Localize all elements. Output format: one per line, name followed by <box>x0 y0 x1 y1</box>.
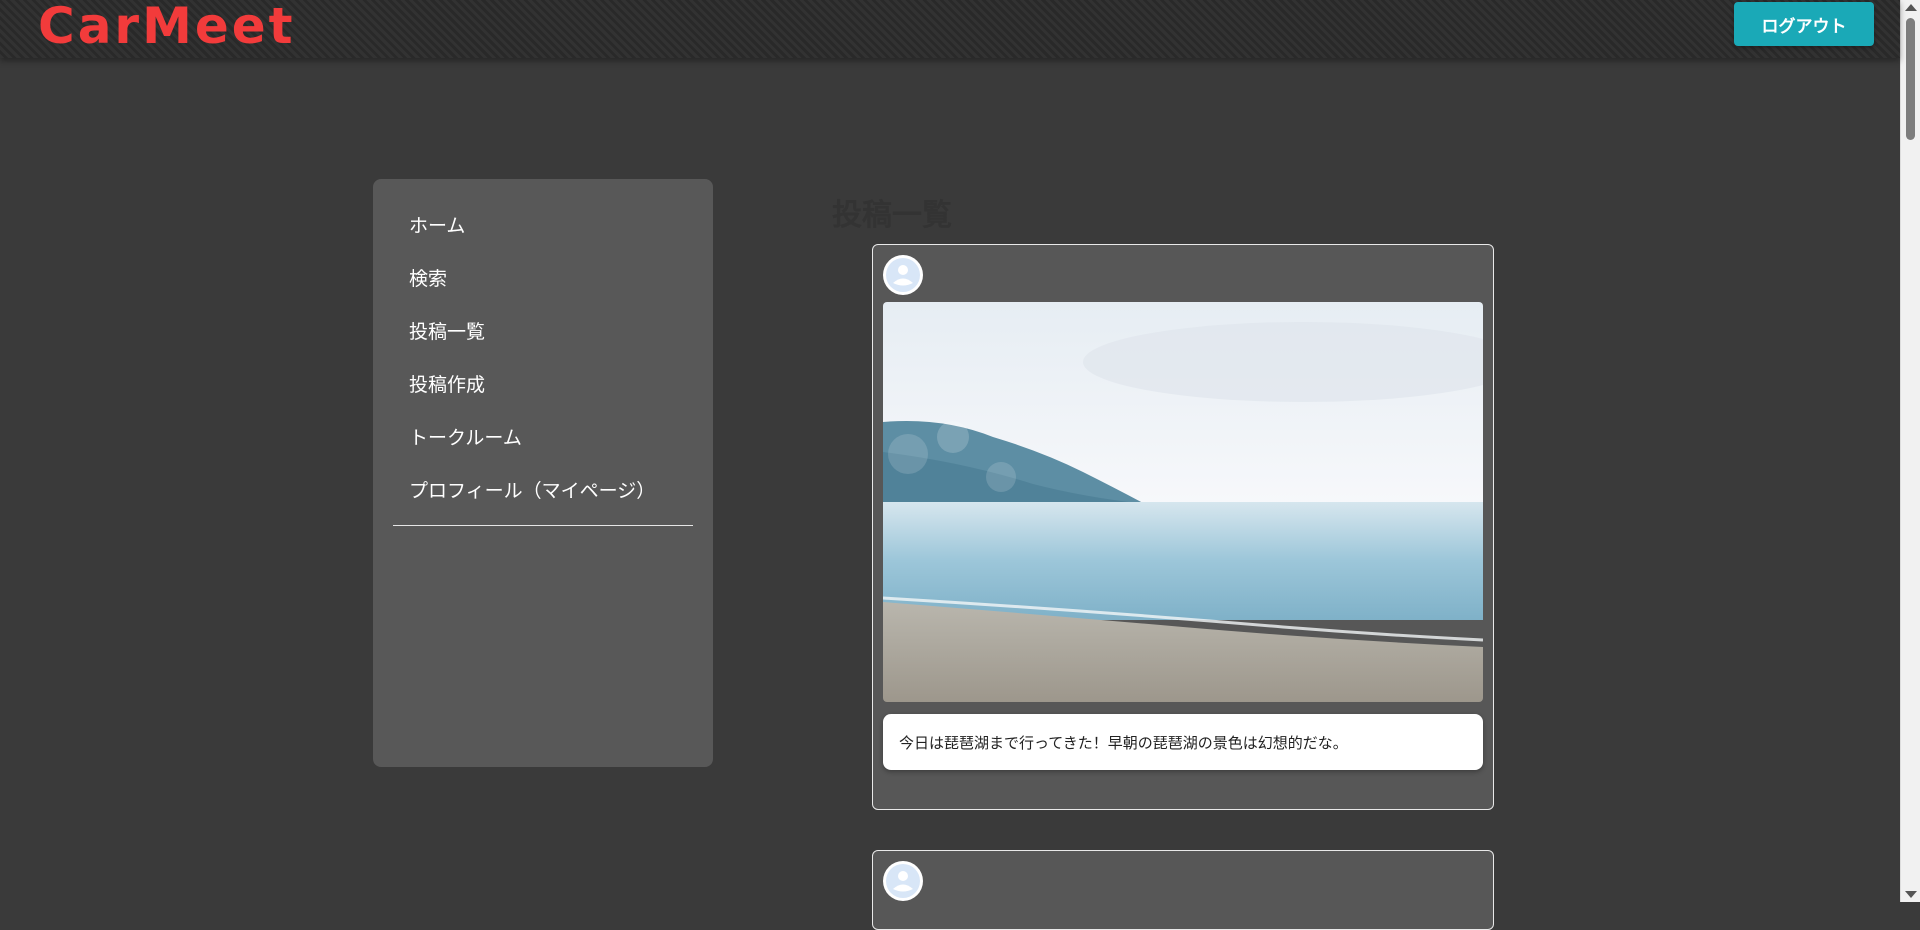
sidebar-item-profile[interactable]: プロフィール（マイページ） <box>409 478 655 504</box>
user-avatar-icon[interactable] <box>883 255 923 295</box>
page-title: 投稿一覧 <box>832 198 952 233</box>
sidebar-divider <box>393 525 693 526</box>
logout-button[interactable]: ログアウト <box>1734 2 1874 46</box>
post-image-lake-photo[interactable] <box>883 302 1483 702</box>
sidebar-item-create-post[interactable]: 投稿作成 <box>409 372 485 398</box>
scroll-down-arrow-icon[interactable] <box>1905 891 1917 898</box>
page-scrollbar[interactable] <box>1900 0 1920 902</box>
top-navbar: CarMeet ログアウト <box>0 0 1900 58</box>
sidebar-item-post-list[interactable]: 投稿一覧 <box>409 319 485 345</box>
post-card: 今日は琵琶湖まで行ってきた！早朝の琵琶湖の景色は幻想的だな。 <box>872 244 1494 810</box>
scroll-thumb[interactable] <box>1906 18 1915 140</box>
post-caption: 今日は琵琶湖まで行ってきた！早朝の琵琶湖の景色は幻想的だな。 <box>883 714 1483 770</box>
sidebar-item-talk-room[interactable]: トークルーム <box>409 425 522 451</box>
sidebar-item-search[interactable]: 検索 <box>409 266 447 292</box>
sidebar-menu: ホーム 検索 投稿一覧 投稿作成 トークルーム プロフィール（マイページ） <box>373 179 713 767</box>
post-card <box>872 850 1494 930</box>
user-avatar-icon[interactable] <box>883 861 923 901</box>
carmeet-logo[interactable]: CarMeet <box>38 0 296 54</box>
sidebar-item-home[interactable]: ホーム <box>409 213 465 239</box>
scroll-up-arrow-icon[interactable] <box>1905 4 1917 11</box>
